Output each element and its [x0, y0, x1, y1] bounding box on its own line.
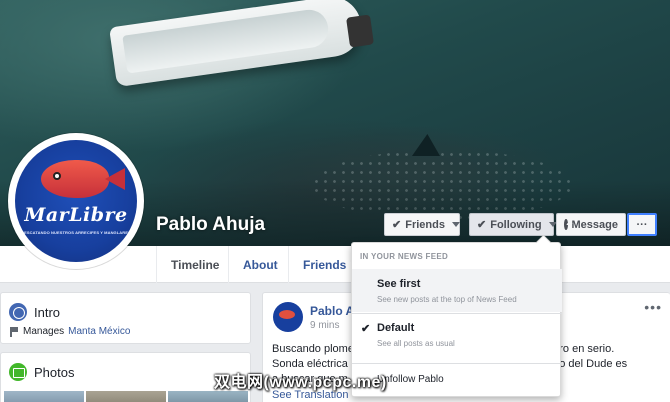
- photo-thumbnail[interactable]: [168, 391, 248, 402]
- logo-text: MarLibre: [24, 204, 128, 226]
- post-author-link[interactable]: Pablo A: [310, 304, 354, 318]
- photo-icon: [9, 363, 27, 381]
- tab-about-label: About: [243, 257, 278, 272]
- tab-friends-label: Friends: [303, 257, 347, 272]
- post-timestamp[interactable]: 9 mins: [310, 320, 339, 331]
- intro-card: Intro Manages Manta México: [0, 292, 251, 344]
- check-icon: ✔: [477, 219, 487, 231]
- managed-page-link[interactable]: Manta México: [68, 326, 130, 337]
- message-button-label: Message: [571, 218, 618, 231]
- checkmark-icon: ✔: [361, 323, 371, 335]
- intro-title: Intro: [34, 305, 61, 320]
- marlibre-logo: MarLibre RESCATANDO NUESTROS ARRECIFES Y…: [15, 140, 137, 262]
- tab-timeline-label: Timeline: [171, 257, 220, 272]
- manages-row: Manages Manta México: [10, 326, 130, 337]
- more-options-icon: ···: [636, 218, 648, 231]
- menu-item-default[interactable]: ✔ Default See all posts as usual: [352, 315, 562, 355]
- caret-down-icon: [451, 222, 460, 227]
- friends-button[interactable]: ✔ Friends: [384, 213, 460, 236]
- boat-engine-image: [346, 14, 374, 48]
- logo-subtext: RESCATANDO NUESTROS ARRECIFES Y MANGLARE…: [21, 230, 131, 235]
- messenger-icon: [564, 219, 568, 230]
- globe-icon: [9, 303, 27, 321]
- dropdown-divider: [352, 313, 562, 314]
- menu-item-see-first[interactable]: See first See new posts at the top of Ne…: [352, 269, 562, 312]
- friends-button-label: Friends: [405, 218, 445, 231]
- post-options-icon[interactable]: •••: [644, 299, 662, 315]
- photo-thumbnail[interactable]: [86, 391, 166, 402]
- post-meta: 9 mins: [310, 320, 339, 331]
- default-description: See all posts as usual: [377, 339, 455, 348]
- following-button[interactable]: ✔ Following: [469, 213, 557, 236]
- menu-item-unfollow[interactable]: Unfollow Pablo: [377, 374, 444, 385]
- dropdown-divider: [352, 363, 562, 364]
- more-options-button[interactable]: ···: [627, 213, 657, 236]
- fish-eye-icon: [53, 172, 61, 180]
- manages-prefix: Manages: [23, 326, 65, 337]
- profile-page: MarLibre RESCATANDO NUESTROS ARRECIFES Y…: [0, 0, 670, 402]
- boat-image: [109, 0, 365, 88]
- tab-about[interactable]: About: [228, 246, 292, 283]
- watermark-text: 双电网(www.pcpc.me): [214, 374, 387, 391]
- photos-title[interactable]: Photos: [34, 365, 74, 380]
- dropdown-header: IN YOUR NEWS FEED: [360, 252, 449, 261]
- avatar[interactable]: [273, 302, 303, 332]
- fish-icon: [41, 160, 109, 198]
- profile-picture[interactable]: MarLibre RESCATANDO NUESTROS ARRECIFES Y…: [8, 133, 144, 269]
- tab-timeline[interactable]: Timeline: [156, 246, 233, 283]
- default-title: Default: [377, 322, 415, 334]
- whale-fin-image: [412, 134, 440, 156]
- profile-name[interactable]: Pablo Ahuja: [156, 214, 265, 236]
- message-button[interactable]: Message: [556, 213, 626, 236]
- flag-icon: [10, 326, 19, 337]
- post-line: Buscando plome: [272, 343, 354, 355]
- check-icon: ✔: [392, 219, 402, 231]
- photo-thumbnail[interactable]: [4, 391, 84, 402]
- see-first-description: See new posts at the top of News Feed: [377, 295, 517, 304]
- following-button-label: Following: [490, 218, 542, 231]
- see-first-title: See first: [377, 278, 421, 290]
